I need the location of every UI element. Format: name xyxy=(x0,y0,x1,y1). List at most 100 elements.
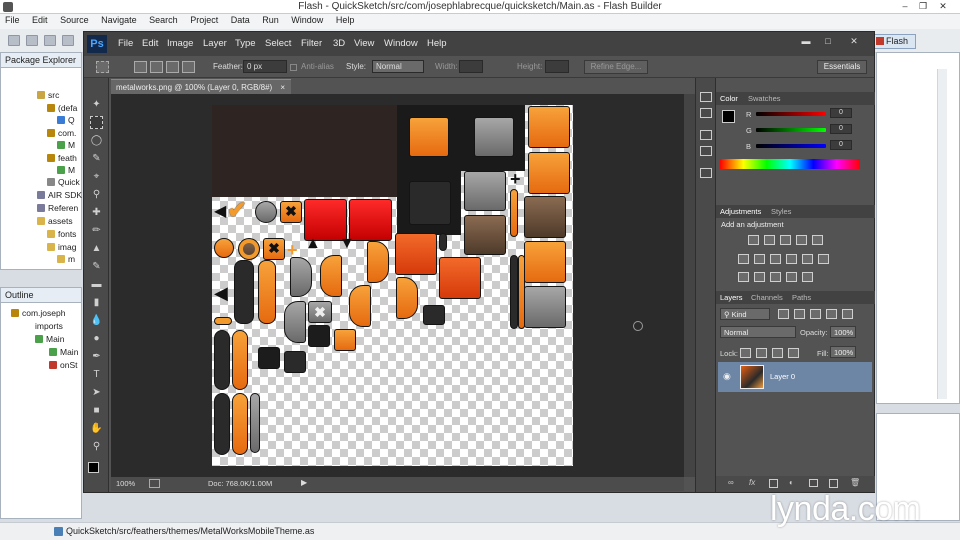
tree-item[interactable]: fonts xyxy=(47,229,76,239)
selective-color-adjustment-icon[interactable] xyxy=(786,272,797,282)
blur-tool-icon[interactable]: 💧 xyxy=(90,314,103,327)
gradient-map-adjustment-icon[interactable] xyxy=(802,272,813,282)
blue-value[interactable]: 0 xyxy=(830,140,852,150)
ps-menu-image[interactable]: Image xyxy=(167,38,193,49)
vibrance-adjustment-icon[interactable] xyxy=(812,235,823,245)
status-menu-arrow-icon[interactable]: ▶ xyxy=(301,478,307,487)
hand-tool-icon[interactable]: ✋ xyxy=(90,422,103,435)
layers-tab[interactable]: Layers xyxy=(720,293,743,302)
subtract-selection-icon[interactable] xyxy=(166,61,179,73)
refine-edge-button[interactable]: Refine Edge... xyxy=(584,60,648,74)
menu-navigate[interactable]: Navigate xyxy=(96,14,142,25)
green-value[interactable]: 0 xyxy=(830,124,852,134)
add-selection-icon[interactable] xyxy=(150,61,163,73)
print-icon[interactable] xyxy=(44,35,56,46)
type-filter-icon[interactable] xyxy=(810,309,821,319)
levels-adjustment-icon[interactable] xyxy=(764,235,775,245)
smart-object-filter-icon[interactable] xyxy=(842,309,853,319)
menu-help[interactable]: Help xyxy=(331,14,360,25)
ps-menu-select[interactable]: Select xyxy=(265,38,291,49)
tree-item[interactable]: M xyxy=(57,140,75,150)
blend-mode-select[interactable]: Normal xyxy=(720,326,796,338)
crop-tool-icon[interactable]: ⌖ xyxy=(90,170,103,183)
tree-item[interactable]: imag xyxy=(47,242,76,252)
marquee-tool-icon[interactable] xyxy=(90,116,103,129)
outline-tab[interactable]: Outline xyxy=(1,288,81,303)
outline-item[interactable]: imports xyxy=(35,321,63,331)
tree-item[interactable]: m xyxy=(57,254,75,264)
history-brush-tool-icon[interactable]: ✎ xyxy=(90,260,103,273)
ps-menu-help[interactable]: Help xyxy=(427,38,447,49)
menu-window[interactable]: Window xyxy=(286,14,328,25)
eraser-tool-icon[interactable]: ▬ xyxy=(90,278,103,291)
color-lookup-adjustment-icon[interactable] xyxy=(818,254,829,264)
delete-layer-icon[interactable]: 🗑 xyxy=(850,478,860,487)
new-layer-icon[interactable] xyxy=(829,479,838,488)
menu-project[interactable]: Project xyxy=(185,14,223,25)
ps-menu-window[interactable]: Window xyxy=(384,38,418,49)
green-slider[interactable] xyxy=(756,128,826,132)
ps-menu-filter[interactable]: Filter xyxy=(301,38,322,49)
fg-color-swatch[interactable] xyxy=(722,110,735,123)
scrollbar[interactable] xyxy=(937,69,947,399)
ps-menu-file[interactable]: File xyxy=(118,38,133,49)
new-group-icon[interactable] xyxy=(809,479,818,487)
tree-item[interactable]: (defa xyxy=(47,103,77,113)
lock-transparent-icon[interactable] xyxy=(740,348,751,358)
tree-item[interactable]: assets xyxy=(37,216,73,226)
ps-menu-view[interactable]: View xyxy=(354,38,374,49)
ps-close-button[interactable]: ✕ xyxy=(846,36,862,50)
layer-filter-select[interactable]: ⚲ Kind xyxy=(720,308,770,320)
info-panel-icon[interactable] xyxy=(700,168,712,178)
ps-menu-type[interactable]: Type xyxy=(235,38,256,49)
menu-run[interactable]: Run xyxy=(257,14,284,25)
layer-style-icon[interactable]: fx xyxy=(749,478,755,487)
clone-stamp-tool-icon[interactable]: ▲ xyxy=(90,242,103,255)
marquee-preset-icon[interactable] xyxy=(96,61,109,73)
zoom-tool-icon[interactable]: ⚲ xyxy=(90,440,103,453)
outline-item[interactable]: com.joseph xyxy=(11,308,65,318)
pixel-filter-icon[interactable] xyxy=(778,309,789,319)
layer-name[interactable]: Layer 0 xyxy=(770,372,795,381)
move-tool-icon[interactable]: ✦ xyxy=(90,98,103,111)
minimize-button[interactable]: – xyxy=(896,1,914,12)
styles-tab[interactable]: Styles xyxy=(771,207,791,216)
tree-item[interactable]: Quick xyxy=(47,177,80,187)
blue-slider[interactable] xyxy=(756,144,826,148)
brush-tool-icon[interactable]: ✏ xyxy=(90,224,103,237)
close-button[interactable]: ✕ xyxy=(934,1,952,12)
curves-adjustment-icon[interactable] xyxy=(780,235,791,245)
style-select[interactable]: Normal xyxy=(372,60,424,73)
path-selection-tool-icon[interactable]: ➤ xyxy=(90,386,103,399)
gradient-tool-icon[interactable]: ▮ xyxy=(90,296,103,309)
link-layers-icon[interactable]: ∞ xyxy=(728,478,734,487)
adjustment-filter-icon[interactable] xyxy=(794,309,805,319)
feather-input[interactable]: 0 px xyxy=(243,60,287,73)
document-close-icon[interactable]: × xyxy=(280,83,285,92)
tree-item[interactable]: com. xyxy=(47,128,76,138)
threshold-adjustment-icon[interactable] xyxy=(770,272,781,282)
tree-item[interactable]: feath xyxy=(47,153,77,163)
fill-input[interactable]: 100% xyxy=(830,346,856,358)
opacity-input[interactable]: 100% xyxy=(830,326,856,338)
adjustments-tab[interactable]: Adjustments xyxy=(720,207,761,216)
document-vertical-scrollbar[interactable] xyxy=(684,94,695,477)
tree-item[interactable]: AIR SDK xyxy=(37,190,82,200)
new-file-icon[interactable] xyxy=(8,35,20,46)
channels-tab[interactable]: Channels xyxy=(751,293,783,302)
ps-menu-edit[interactable]: Edit xyxy=(142,38,158,49)
invert-adjustment-icon[interactable] xyxy=(738,272,749,282)
debug-icon[interactable] xyxy=(62,35,74,46)
tree-item[interactable]: Referen xyxy=(37,203,78,213)
paragraph-panel-icon[interactable] xyxy=(700,146,712,156)
lock-all-icon[interactable] xyxy=(788,348,799,358)
tree-item[interactable]: src xyxy=(37,90,59,100)
eyedropper-tool-icon[interactable]: ⚲ xyxy=(90,188,103,201)
quick-selection-tool-icon[interactable]: ✎ xyxy=(90,152,103,165)
lasso-tool-icon[interactable]: ◯ xyxy=(90,134,103,147)
menu-edit[interactable]: Edit xyxy=(27,14,53,25)
ps-menu-3d[interactable]: 3D xyxy=(333,38,345,49)
image-canvas[interactable]: + ◀ ✔ ✖ ✖ + ▲ ▼ ◀ ✖ xyxy=(212,105,573,466)
layer-mask-icon[interactable] xyxy=(769,479,778,488)
color-balance-adjustment-icon[interactable] xyxy=(754,254,765,264)
